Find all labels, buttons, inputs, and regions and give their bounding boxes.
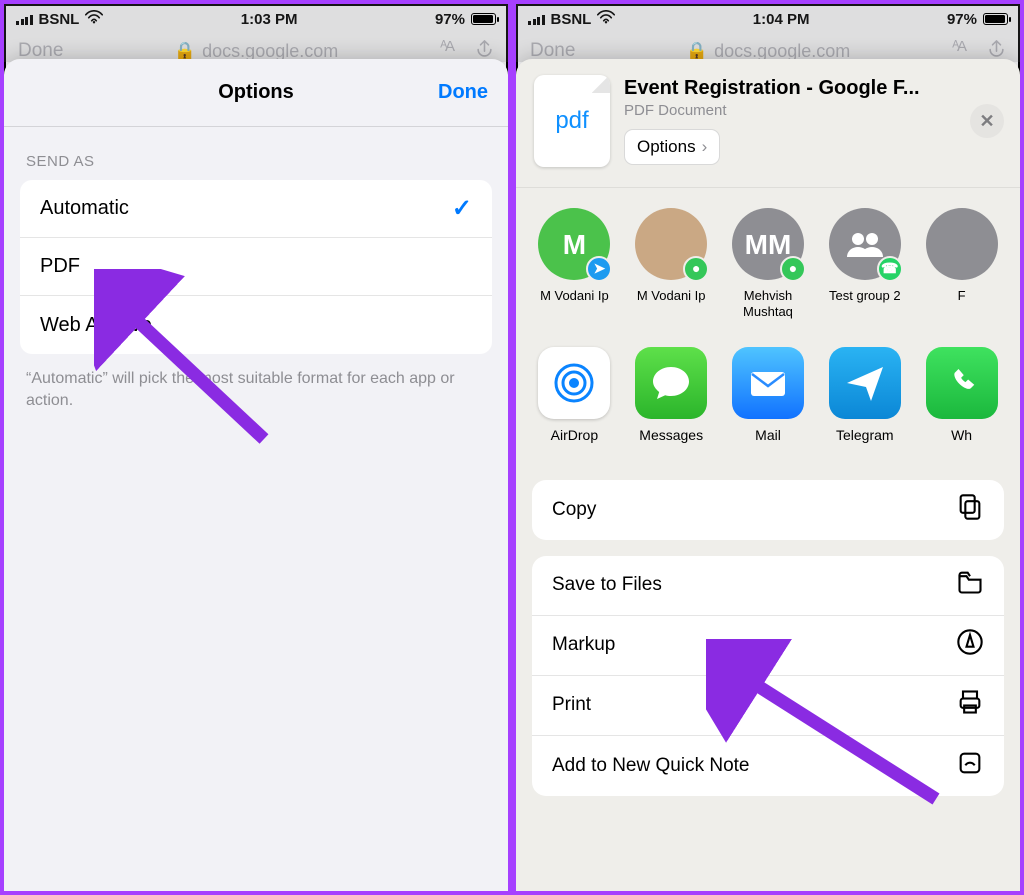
- action-label: Save to Files: [552, 574, 662, 596]
- action-add-to-new-quick-note[interactable]: Add to New Quick Note: [532, 736, 1004, 796]
- share-subtitle: PDF Document: [624, 102, 956, 119]
- app-item[interactable]: Mail: [726, 347, 811, 443]
- options-hint: “Automatic” will pick the most suitable …: [4, 354, 508, 425]
- share-sheet: pdf Event Registration - Google F... PDF…: [516, 59, 1020, 891]
- contact-name: Test group 2: [822, 288, 907, 304]
- copy-icon: [956, 493, 984, 527]
- action-label: Markup: [552, 634, 615, 656]
- contact-item[interactable]: ☎ Test group 2: [822, 208, 907, 321]
- option-automatic[interactable]: Automatic ✓: [20, 180, 492, 238]
- contact-item[interactable]: ● M Vodani Ip: [629, 208, 714, 321]
- contact-name: M Vodani Ip: [629, 288, 714, 304]
- apps-row[interactable]: AirDrop Messages Mail Telegram Wh: [516, 339, 1020, 466]
- chevron-right-icon: ›: [702, 137, 708, 157]
- app-item[interactable]: Wh: [919, 347, 1004, 443]
- options-header: Options Done: [4, 59, 508, 127]
- battery-icon: [983, 13, 1008, 25]
- contact-name: Mehvish Mushtaq: [726, 288, 811, 321]
- done-button[interactable]: Done: [438, 81, 488, 104]
- app-name: Mail: [726, 427, 811, 443]
- phone-left: BSNL 1:03 PM 97% Done 🔒docs.google.com ᴬ…: [0, 0, 512, 895]
- avatar: ☎: [829, 208, 901, 280]
- option-pdf[interactable]: PDF: [20, 238, 492, 296]
- phone-right: BSNL 1:04 PM 97% Done 🔒docs.google.com ᴬ…: [512, 0, 1024, 895]
- contacts-row[interactable]: M➤ M Vodani Ip ● M Vodani Ip MM● Mehvish Mush…: [516, 188, 1020, 339]
- folder-icon: [956, 568, 984, 602]
- option-web-archive[interactable]: Web Archive: [20, 296, 492, 354]
- action-print[interactable]: Print: [532, 676, 1004, 736]
- action-copy[interactable]: Copy: [532, 480, 1004, 540]
- action-save-to-files[interactable]: Save to Files: [532, 556, 1004, 616]
- options-title: Options: [218, 81, 294, 104]
- app-item[interactable]: AirDrop: [532, 347, 617, 443]
- print-icon: [956, 688, 984, 722]
- actions-group-1: Copy: [532, 480, 1004, 540]
- contact-name: M Vodani Ip: [532, 288, 617, 304]
- app-item[interactable]: Telegram: [822, 347, 907, 443]
- send-as-list: Automatic ✓ PDF Web Archive: [20, 180, 492, 354]
- app-name: Telegram: [822, 427, 907, 443]
- share-header: pdf Event Registration - Google F... PDF…: [516, 59, 1020, 188]
- app-name: Wh: [919, 427, 1004, 443]
- markup-icon: [956, 628, 984, 662]
- close-button[interactable]: ✕: [970, 104, 1004, 138]
- battery-icon: [471, 13, 496, 25]
- send-as-label: SEND AS: [4, 127, 508, 180]
- app-name: Messages: [629, 427, 714, 443]
- action-label: Copy: [552, 499, 596, 521]
- avatar: [926, 208, 998, 280]
- app-item[interactable]: Messages: [629, 347, 714, 443]
- avatar: MM●: [732, 208, 804, 280]
- note-icon: [956, 749, 984, 783]
- contact-item[interactable]: M➤ M Vodani Ip: [532, 208, 617, 321]
- action-label: Add to New Quick Note: [552, 755, 749, 777]
- app-icon: [829, 347, 901, 419]
- app-icon: [635, 347, 707, 419]
- app-icon: [732, 347, 804, 419]
- option-label: Web Archive: [40, 314, 152, 337]
- options-sheet: Options Done SEND AS Automatic ✓ PDF Web…: [4, 59, 508, 891]
- app-icon: [538, 347, 610, 419]
- action-markup[interactable]: Markup: [532, 616, 1004, 676]
- avatar: M➤: [538, 208, 610, 280]
- action-label: Print: [552, 694, 591, 716]
- app-name: AirDrop: [532, 427, 617, 443]
- actions-group-2: Save to Files Markup Print Add to New Quick…: [532, 556, 1004, 796]
- option-label: Automatic: [40, 197, 129, 220]
- share-title: Event Registration - Google F...: [624, 77, 956, 100]
- avatar: ●: [635, 208, 707, 280]
- checkmark-icon: ✓: [452, 194, 472, 223]
- share-options-button[interactable]: Options ›: [624, 129, 720, 165]
- contact-item[interactable]: MM● Mehvish Mushtaq: [726, 208, 811, 321]
- contact-name: F: [919, 288, 1004, 304]
- pdf-thumbnail: pdf: [534, 75, 610, 167]
- contact-item[interactable]: F: [919, 208, 1004, 321]
- app-icon: [926, 347, 998, 419]
- option-label: PDF: [40, 255, 80, 278]
